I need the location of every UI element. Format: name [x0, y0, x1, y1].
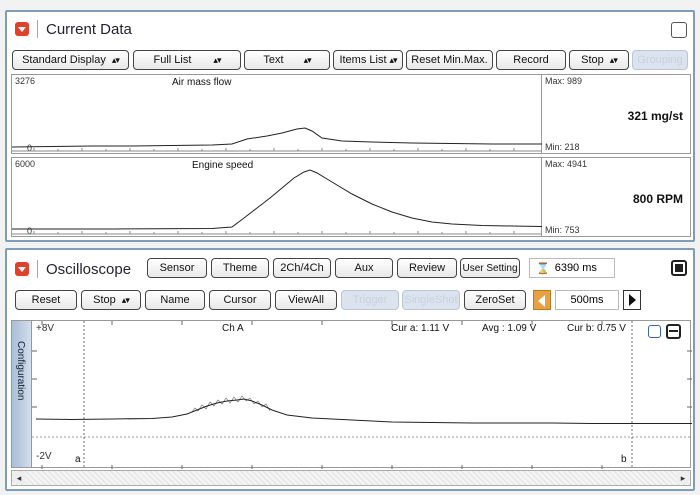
title-divider [37, 20, 38, 38]
air-mass-flow-trace [12, 127, 542, 152]
stop-select[interactable]: Stop ▴▾ [81, 290, 141, 310]
aux-button[interactable]: Aux [335, 258, 393, 278]
grouping-button[interactable]: Grouping [632, 50, 688, 70]
display-select[interactable]: Standard Display ▴▾ [12, 50, 129, 70]
trigger-button[interactable]: Trigger [341, 290, 399, 310]
graph-plot-area: 6000 0 Engine speed [12, 158, 542, 236]
sensor-button[interactable]: Sensor [147, 258, 207, 278]
spinner-icon: ▴▾ [111, 54, 120, 65]
oscilloscope-header: Oscilloscope [15, 258, 131, 280]
max-value: Max: 4941 [545, 159, 588, 169]
scroll-left-icon[interactable]: ◂ [13, 472, 25, 484]
current-value: 800 RPM [632, 192, 683, 206]
graph-side-info: Max: 989 321 mg/st Min: 218 [542, 75, 691, 153]
reset-minmax-button[interactable]: Reset Min.Max. [406, 50, 493, 70]
zeroset-button[interactable]: ZeroSet [464, 290, 526, 310]
fullscreen-icon[interactable] [671, 260, 687, 276]
engine-speed-trace [12, 169, 542, 235]
items-list-select[interactable]: Items List ▴▾ [333, 50, 403, 70]
scroll-right-icon[interactable]: ▸ [677, 472, 689, 484]
panel-title: Oscilloscope [46, 260, 132, 278]
current-data-header: Current Data [15, 18, 132, 40]
record-button[interactable]: Record [496, 50, 566, 70]
timer-icon: ⌛ [536, 262, 550, 275]
theme-button[interactable]: Theme [211, 258, 269, 278]
title-divider [37, 260, 38, 278]
panel-title: Current Data [46, 20, 132, 38]
reset-button[interactable]: Reset [15, 290, 77, 310]
spinner-icon: ▴▾ [609, 54, 618, 65]
list-select[interactable]: Full List ▴▾ [133, 50, 241, 70]
spinner-icon: ▴▾ [213, 54, 221, 65]
graph-plot-area: 3276 0 Air mass flow [12, 75, 542, 153]
min-value: Min: 218 [545, 142, 580, 152]
oscilloscope-panel: Oscilloscope Sensor Theme 2Ch/4Ch Aux Re… [5, 248, 695, 491]
current-data-panel: Current Data Standard Display ▴▾ Full Lis… [5, 10, 695, 242]
oscilloscope-trace [32, 321, 692, 469]
timebase-value: 500ms [555, 290, 619, 310]
user-setting-button[interactable]: User Setting [460, 258, 520, 278]
spinner-icon: ▴▾ [121, 294, 130, 305]
total-time-display: ⌛ 6390 ms [529, 258, 615, 278]
channels-button[interactable]: 2Ch/4Ch [273, 258, 331, 278]
timebase-decrease-icon[interactable] [533, 290, 551, 310]
min-value: Min: 753 [545, 225, 580, 235]
current-value: 321 mg/st [627, 109, 683, 123]
spinner-icon: ▴▾ [389, 54, 398, 65]
viewall-button[interactable]: ViewAll [275, 290, 337, 310]
collapse-icon[interactable] [15, 22, 29, 36]
stop-select[interactable]: Stop ▴▾ [569, 50, 629, 70]
timebase-increase-icon[interactable] [623, 290, 641, 310]
name-button[interactable]: Name [145, 290, 205, 310]
review-button[interactable]: Review [397, 258, 457, 278]
maximize-icon[interactable] [671, 22, 687, 38]
oscilloscope-display: Configuration +8V -2V Ch A Cur a: 1.11 V… [11, 320, 692, 469]
cursor-button[interactable]: Cursor [209, 290, 271, 310]
text-select[interactable]: Text ▴▾ [244, 50, 330, 70]
collapse-icon[interactable] [15, 262, 29, 276]
singleshot-button[interactable]: SingleShot [402, 290, 460, 310]
graph-side-info: Max: 4941 800 RPM Min: 753 [542, 158, 691, 236]
max-value: Max: 989 [545, 76, 583, 86]
engine-speed-graph: 6000 0 Engine speed Max: 4941 800 RPM Mi… [11, 157, 691, 237]
spinner-icon: ▴▾ [303, 54, 312, 65]
horizontal-scrollbar[interactable]: ◂ ▸ [11, 470, 691, 486]
air-mass-flow-graph: 3276 0 Air mass flow Max: 989 321 mg/st … [11, 74, 691, 154]
